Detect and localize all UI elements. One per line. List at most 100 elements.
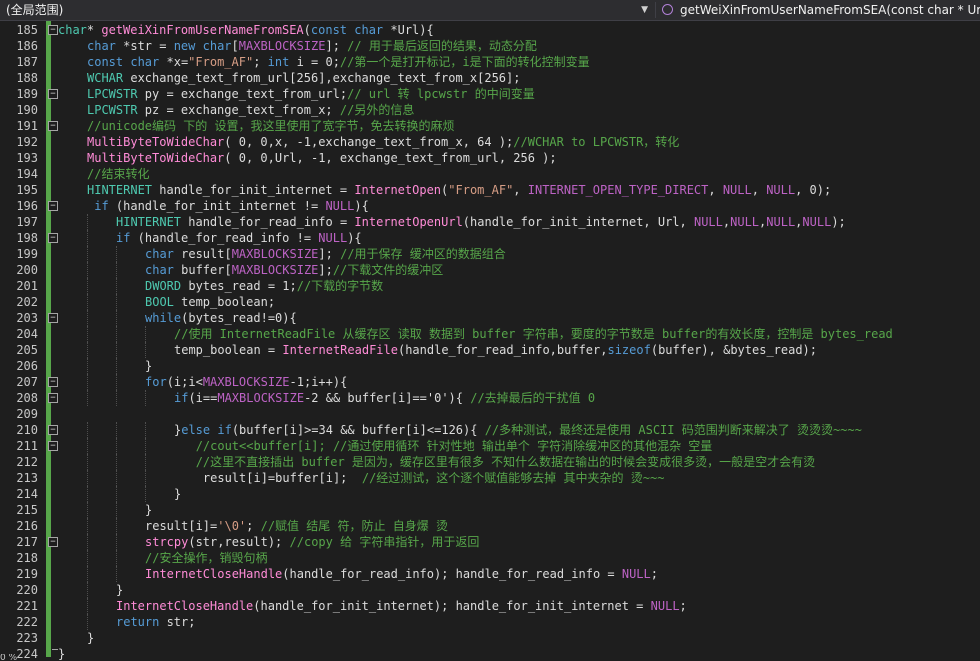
code-line[interactable]: 215} <box>0 502 980 518</box>
code-token: char <box>58 23 87 37</box>
code-line[interactable]: 192 MultiByteToWideChar( 0, 0,x, -1,excha… <box>0 134 980 150</box>
code-line[interactable]: 207− for(i;i<MAXBLOCKSIZE-1;i++){ <box>0 374 980 390</box>
collapse-icon[interactable]: − <box>48 393 58 403</box>
line-number: 193 <box>16 151 38 165</box>
line-number: 201 <box>16 279 38 293</box>
indent-guide <box>116 278 117 294</box>
line-number: 186 <box>16 39 38 53</box>
code-token: ; <box>650 567 658 581</box>
code-token: LPCWSTR <box>87 87 138 101</box>
code-line[interactable]: 221 InternetCloseHandle(handle_for_init_i… <box>0 598 980 614</box>
code-line[interactable]: 219 InternetCloseHandle(handle_for_read_i… <box>0 566 980 582</box>
collapse-icon[interactable]: − <box>48 377 58 387</box>
code-line[interactable]: 198− if (handle_for_read_info != NULL){ <box>0 230 980 246</box>
code-line[interactable]: 193 MultiByteToWideChar( 0, 0,Url, -1, ex… <box>0 150 980 166</box>
code-token: } <box>174 487 182 501</box>
code-line[interactable]: 195 HINTERNET handle_for_init_internet = … <box>0 182 980 198</box>
code-token: (i== <box>188 391 218 405</box>
code-token: (str,result); <box>188 535 290 549</box>
code-line[interactable]: 223} <box>0 630 980 646</box>
indent-guide <box>87 502 88 518</box>
collapse-icon[interactable]: − <box>48 233 58 243</box>
code-token: ( <box>303 23 311 37</box>
code-text: } <box>58 646 65 661</box>
indent-guide <box>87 310 88 326</box>
code-line[interactable]: 203− while(bytes_read!=0){ <box>0 310 980 326</box>
code-token: getWeiXinFromUserNameFromSEA <box>101 23 304 37</box>
code-line[interactable]: 202 BOOL temp_boolean; <box>0 294 980 310</box>
code-line[interactable]: 200 char buffer[MAXBLOCKSIZE];//下载文件的缓冲区 <box>0 262 980 278</box>
code-line[interactable]: 214} <box>0 486 980 502</box>
code-token: str; <box>159 615 196 629</box>
code-line[interactable]: 209 <box>0 406 980 422</box>
code-line[interactable]: 206} <box>0 358 980 374</box>
code-line[interactable]: 212 //这里不直接插出 buffer 是因为，缓存区里有很多 不知什么数据在… <box>0 454 980 470</box>
code-text: return str; <box>116 614 195 630</box>
code-line[interactable]: 188 WCHAR exchange_text_from_url[256],exc… <box>0 70 980 86</box>
code-text: MultiByteToWideChar( 0, 0,Url, -1, excha… <box>87 150 557 166</box>
code-token: } <box>58 647 66 661</box>
member-dropdown[interactable]: getWeiXinFromUserNameFromSEA(const char … <box>658 0 980 20</box>
collapse-icon[interactable]: − <box>48 441 58 451</box>
indent-guide <box>87 550 88 566</box>
code-text: temp_boolean = InternetReadFile(handle_f… <box>174 342 817 358</box>
scope-dropdown[interactable]: (全局范围) ▼ <box>0 0 652 20</box>
code-line[interactable]: 216 result[i]='\0'; //赋值 结尾 符，防止 自身爆 烫 <box>0 518 980 534</box>
collapse-icon[interactable]: − <box>48 313 58 323</box>
code-text: char result[MAXBLOCKSIZE]; //用于保存 缓冲区的数据… <box>145 246 506 262</box>
collapse-icon[interactable]: − <box>48 89 58 99</box>
code-line[interactable]: 217− strcpy(str,result); //copy 给 字符串指针，用… <box>0 534 980 550</box>
code-line[interactable]: 218 //安全操作，销毁句柄 <box>0 550 980 566</box>
code-token: ){ <box>347 231 362 245</box>
code-line[interactable]: 199 char result[MAXBLOCKSIZE]; //用于保存 缓冲区… <box>0 246 980 262</box>
indent-guide <box>116 534 117 550</box>
code-text: InternetCloseHandle(handle_for_read_info… <box>145 566 658 582</box>
collapse-icon[interactable]: − <box>48 121 58 131</box>
line-number: 190 <box>16 103 38 117</box>
code-line[interactable]: 190 LPCWSTR pz = exchange_text_from_x; //… <box>0 102 980 118</box>
code-token: return <box>116 615 160 629</box>
code-line[interactable]: 208− if(i==MAXBLOCKSIZE-2 && buffer[i]=='… <box>0 390 980 406</box>
code-line[interactable]: 201 DWORD bytes_read = 1;//下载的字节数 <box>0 278 980 294</box>
line-number: 206 <box>16 359 38 373</box>
code-line[interactable]: 222 return str; <box>0 614 980 630</box>
collapse-icon[interactable]: − <box>48 425 58 435</box>
code-token: NULL <box>650 599 680 613</box>
code-line[interactable]: 205 temp_boolean = InternetReadFile(handl… <box>0 342 980 358</box>
indent-guide <box>145 390 146 406</box>
code-line[interactable]: 185− char* getWeiXinFromUserNameFromSEA(c… <box>0 22 980 38</box>
indent-guide <box>87 342 88 358</box>
zoom-level[interactable]: 0 % <box>0 654 40 661</box>
chevron-down-icon[interactable]: ▼ <box>641 0 648 20</box>
code-line[interactable]: 211− //cout<<buffer[i]; //通过使用循环 针对性地 输出… <box>0 438 980 454</box>
code-line[interactable]: 210−}else if(buffer[i]>=34 && buffer[i]<… <box>0 422 980 438</box>
code-token: for <box>145 375 167 389</box>
indent-guide <box>87 518 88 534</box>
code-line[interactable]: 204 //使用 InternetReadFile 从缓存区 读取 数据到 buf… <box>0 326 980 342</box>
code-editor[interactable]: 185− char* getWeiXinFromUserNameFromSEA(c… <box>0 21 980 661</box>
collapse-icon[interactable]: − <box>48 25 58 35</box>
collapse-icon[interactable]: − <box>48 201 58 211</box>
code-text: } <box>145 502 152 518</box>
line-number: 214 <box>16 487 38 501</box>
code-line[interactable]: 191− //unicode编码 下的 设置，我这里使用了宽字节，免去转换的麻烦 <box>0 118 980 134</box>
code-token: * <box>86 23 102 37</box>
code-line[interactable]: 189− LPCWSTR py = exchange_text_from_url;… <box>0 86 980 102</box>
code-line[interactable]: 224} <box>0 646 980 661</box>
code-text: InternetCloseHandle(handle_for_init_inte… <box>116 598 687 614</box>
code-token: (handle_for_read_info,buffer, <box>397 343 608 357</box>
navbar-divider <box>655 2 656 18</box>
collapse-icon[interactable]: − <box>48 537 58 547</box>
code-text: BOOL temp_boolean; <box>145 294 275 310</box>
code-line[interactable]: 187 const char *x="From_AF"; int i = 0;//… <box>0 54 980 70</box>
code-line[interactable]: 194 //结束转化 <box>0 166 980 182</box>
code-line[interactable]: 186 char *str = new char[MAXBLOCKSIZE]; /… <box>0 38 980 54</box>
code-line[interactable]: 196− if (handle_for_init_internet != NUL… <box>0 198 980 214</box>
line-number: 220 <box>16 583 38 597</box>
code-line[interactable]: 220} <box>0 582 980 598</box>
code-token: } <box>145 503 153 517</box>
code-line[interactable]: 197 HINTERNET handle_for_read_info = Inte… <box>0 214 980 230</box>
code-line[interactable]: 213 result[i]=buffer[i]; //经过测试，这个逐个赋值能够… <box>0 470 980 486</box>
indent-guide <box>116 310 117 326</box>
code-token: //下载的字节数 <box>296 279 384 293</box>
